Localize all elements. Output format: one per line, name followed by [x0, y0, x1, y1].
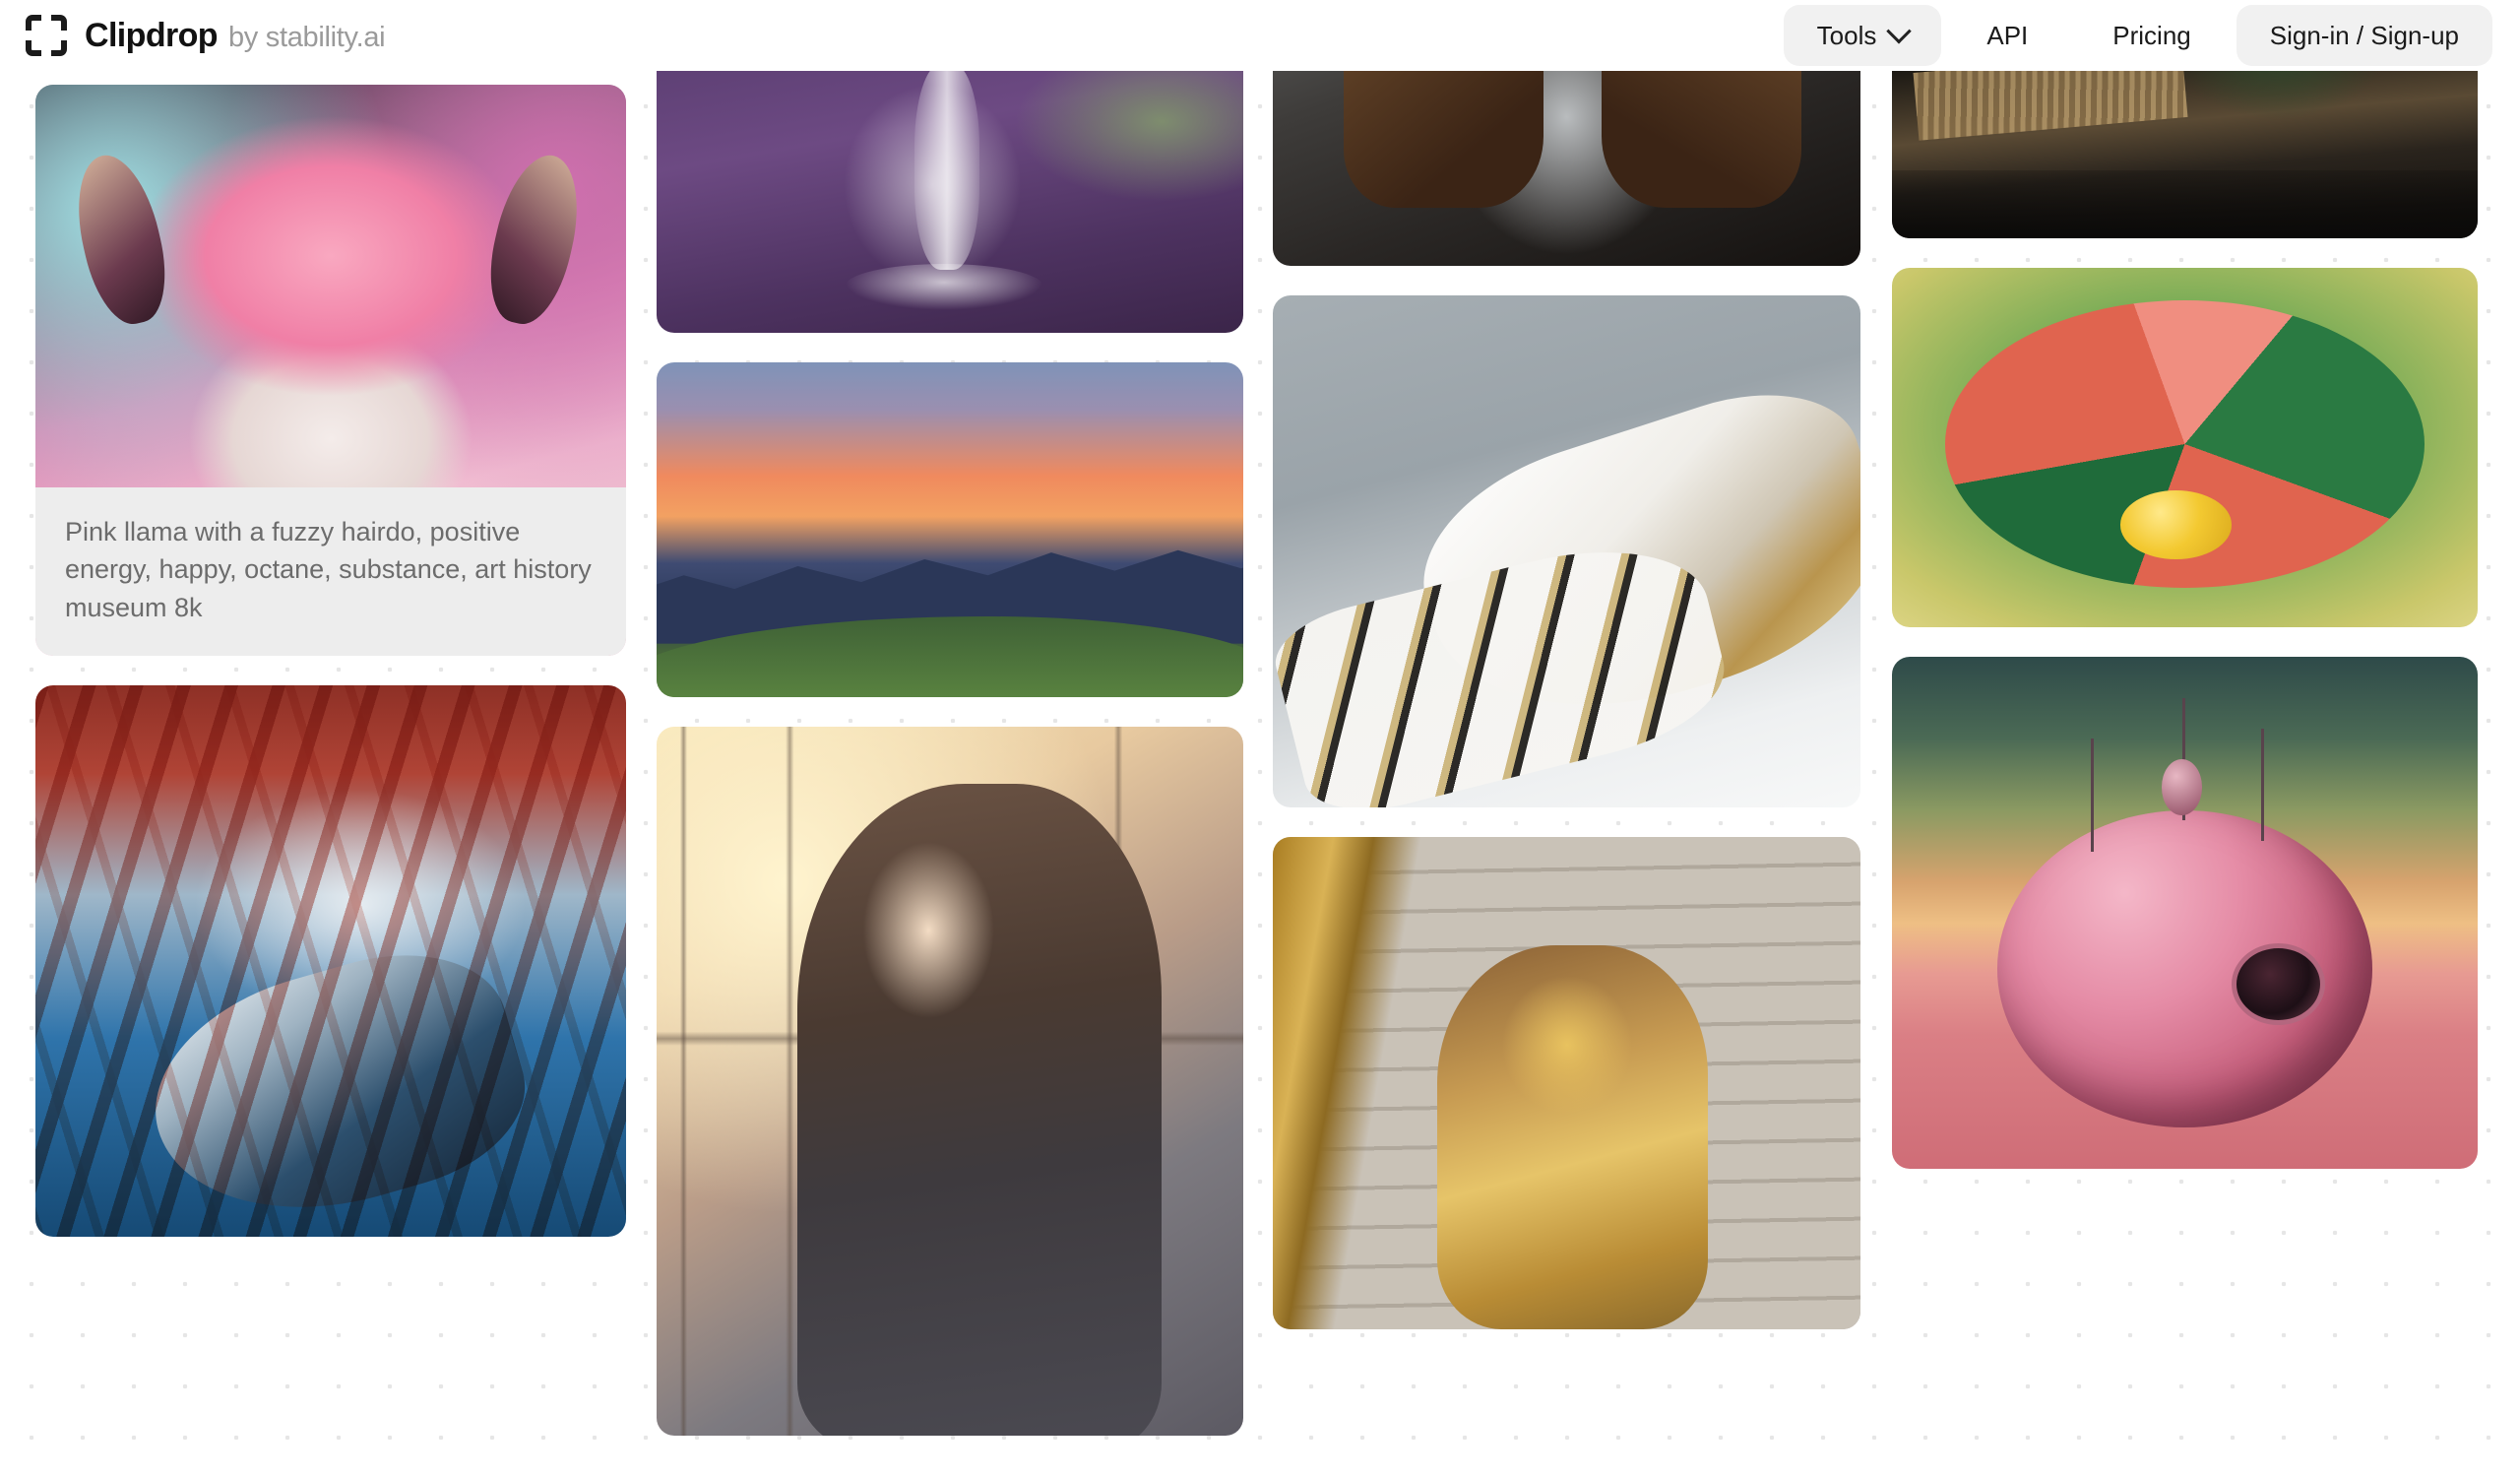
gallery-column-2 — [657, 71, 1243, 1465]
biker-leather-jacket-artwork — [1273, 71, 1860, 266]
nav-signin-signup-button[interactable]: Sign-in / Sign-up — [2236, 5, 2492, 66]
gallery-column-1: Pink llama with a fuzzy hairdo, positive… — [35, 85, 626, 1266]
nav-pricing-link[interactable]: Pricing — [2073, 5, 2230, 66]
anime-girl-at-window-artwork — [657, 727, 1243, 1436]
gallery-card-robotic-hand[interactable] — [1273, 295, 1860, 807]
gallery-card-lavender-glass-still-life[interactable] — [657, 71, 1243, 333]
main-navigation: Tools API Pricing Sign-in / Sign-up — [1783, 5, 2492, 66]
droid-antenna-center — [2181, 697, 2185, 821]
gallery-card-anime-girl-at-window[interactable] — [657, 727, 1243, 1436]
watermelon-painting-artwork — [1892, 268, 2478, 627]
gallery-card-gold-painted-woman-on-stairs[interactable] — [1273, 837, 1860, 1329]
gold-painted-woman-on-stairs-artwork — [1273, 837, 1860, 1329]
robotic-hand-artwork — [1273, 295, 1860, 807]
brand-wordmark: Clipdrop by stability.ai — [85, 16, 386, 55]
nav-tools-label: Tools — [1816, 20, 1877, 50]
image-gallery: Pink llama with a fuzzy hairdo, positive… — [0, 71, 2520, 1478]
gallery-card-pink-llama[interactable]: Pink llama with a fuzzy hairdo, positive… — [35, 85, 626, 656]
site-header: Clipdrop by stability.ai Tools API Prici… — [0, 0, 2520, 71]
droid-eye-lens — [2232, 943, 2326, 1026]
gallery-card-pink-sphere-droid[interactable] — [1892, 657, 2478, 1169]
mountain-sunset-artwork — [657, 362, 1243, 697]
brand-byline: by stability.ai — [227, 21, 386, 53]
nav-api-link[interactable]: API — [1947, 5, 2067, 66]
whale-with-red-fish-artwork — [35, 685, 626, 1237]
brand-logo[interactable]: Clipdrop by stability.ai — [26, 15, 386, 56]
gallery-card-caption: Pink llama with a fuzzy hairdo, positive… — [35, 487, 626, 656]
gallery-column-3 — [1273, 71, 1860, 1359]
pink-sphere-droid-artwork — [1892, 657, 2478, 1169]
droid-antenna-left — [2091, 739, 2095, 852]
gallery-card-mountain-sunset[interactable] — [657, 362, 1243, 697]
clipdrop-brackets-icon — [26, 15, 67, 56]
gallery-card-watermelon-painting[interactable] — [1892, 268, 2478, 627]
dark-deck-planter-artwork — [1892, 71, 2478, 238]
gallery-card-biker-leather-jacket[interactable] — [1273, 71, 1860, 266]
lavender-glass-still-life-artwork — [657, 71, 1243, 333]
gallery-card-dark-deck-planter[interactable] — [1892, 71, 2478, 238]
gallery-card-whale-with-red-fish[interactable] — [35, 685, 626, 1237]
droid-antenna-right — [2260, 728, 2264, 842]
brand-name: Clipdrop — [85, 16, 219, 54]
nav-tools-button[interactable]: Tools — [1783, 5, 1942, 66]
gallery-column-4 — [1892, 71, 2478, 1198]
chevron-down-icon — [1886, 19, 1913, 44]
